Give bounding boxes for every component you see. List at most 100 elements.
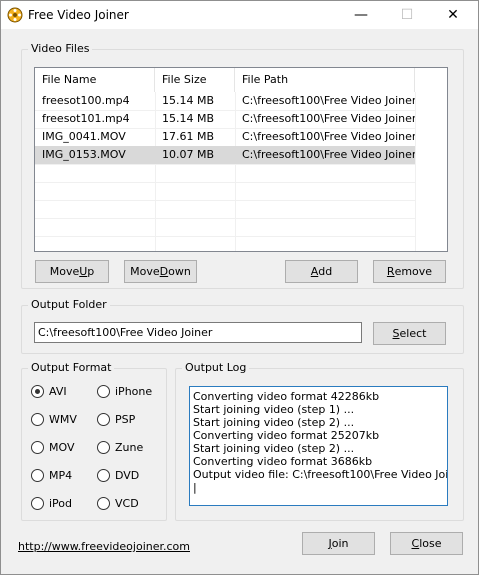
log-line: Start joining video (step 2) ... bbox=[193, 442, 355, 455]
file-size-cell: 10.07 MB bbox=[162, 148, 215, 161]
add-button[interactable]: Add bbox=[285, 260, 358, 283]
move-down-label-suffix: own bbox=[168, 265, 191, 278]
file-name-cell: IMG_0041.MOV bbox=[42, 130, 126, 143]
radio-button bbox=[31, 468, 44, 482]
file-size-cell: 17.61 MB bbox=[162, 130, 215, 143]
grid-divider bbox=[35, 182, 415, 183]
file-path-cell: C:\freesoft100\Free Video Joiner\ bbox=[242, 130, 415, 143]
format-psp-radio[interactable]: PSP bbox=[97, 411, 135, 427]
radio-button bbox=[31, 440, 44, 454]
radio-button bbox=[31, 412, 44, 426]
format-vcd-radio[interactable]: VCD bbox=[97, 495, 139, 511]
log-line: Start joining video (step 1) ... bbox=[193, 403, 355, 416]
format-option-label: MOV bbox=[49, 440, 75, 454]
table-row[interactable]: freesot100.mp4 15.14 MB C:\freesoft100\F… bbox=[35, 92, 415, 110]
move-up-label-prefix: Move bbox=[49, 265, 80, 278]
format-dvd-radio[interactable]: DVD bbox=[97, 467, 139, 483]
file-size-cell: 15.14 MB bbox=[162, 94, 215, 107]
select-label-suffix: elect bbox=[399, 327, 427, 340]
add-label-suffix: dd bbox=[318, 265, 333, 278]
website-link[interactable]: http://www.freevideojoiner.com bbox=[18, 540, 190, 553]
remove-accesskey: R bbox=[386, 265, 395, 278]
column-header-file-size[interactable]: File Size bbox=[155, 68, 235, 92]
grid-divider bbox=[415, 92, 416, 251]
format-avi-radio[interactable]: AVI bbox=[31, 383, 67, 399]
file-size-cell: 15.14 MB bbox=[162, 112, 215, 125]
table-row-selected[interactable]: IMG_0153.MOV 10.07 MB C:\freesoft100\Fre… bbox=[35, 146, 415, 164]
log-line: Converting video format 3686kb bbox=[193, 455, 373, 468]
column-header-file-path[interactable]: File Path bbox=[235, 68, 415, 92]
format-option-label: AVI bbox=[49, 384, 67, 398]
video-files-label: Video Files bbox=[28, 42, 93, 55]
log-line: Output video file: C:\freesoft100\Free V… bbox=[193, 468, 447, 481]
grid-divider bbox=[35, 218, 415, 219]
video-file-list[interactable]: File Name File Size File Path freesot100… bbox=[34, 67, 448, 252]
radio-button-checked bbox=[31, 384, 44, 398]
format-option-label: PSP bbox=[115, 412, 136, 426]
maximize-button[interactable]: ☐ bbox=[384, 1, 430, 29]
log-line: Converting video format 42286kb bbox=[193, 390, 380, 403]
radio-button bbox=[31, 496, 44, 510]
radio-button bbox=[97, 496, 110, 510]
move-down-accesskey: D bbox=[159, 265, 169, 278]
move-up-label-suffix: p bbox=[87, 265, 95, 278]
output-log-textbox[interactable]: Converting video format 42286kb Start jo… bbox=[189, 386, 448, 506]
output-folder-label: Output Folder bbox=[28, 298, 110, 311]
format-option-label: Zune bbox=[115, 440, 144, 454]
select-folder-button[interactable]: Select bbox=[373, 322, 446, 345]
file-name-cell: freesot101.mp4 bbox=[42, 112, 130, 125]
select-accesskey: S bbox=[392, 327, 400, 340]
output-log-label: Output Log bbox=[182, 361, 250, 374]
format-option-label: DVD bbox=[115, 468, 140, 482]
log-line: Converting video format 25207kb bbox=[193, 429, 380, 442]
remove-label-suffix: emove bbox=[394, 265, 433, 278]
move-up-accesskey: U bbox=[79, 265, 88, 278]
join-label-suffix: oin bbox=[331, 537, 349, 550]
window-title: Free Video Joiner bbox=[28, 8, 129, 22]
output-format-label: Output Format bbox=[28, 361, 115, 374]
file-path-cell: C:\freesoft100\Free Video Joiner\ bbox=[242, 148, 415, 161]
output-folder-field[interactable]: C:\freesoft100\Free Video Joiner bbox=[34, 322, 362, 343]
format-option-label: iPod bbox=[49, 496, 73, 510]
radio-button bbox=[97, 412, 110, 426]
close-window-button[interactable]: ✕ bbox=[430, 1, 476, 29]
table-row[interactable]: IMG_0041.MOV 17.61 MB C:\freesoft100\Fre… bbox=[35, 128, 415, 146]
grid-divider bbox=[35, 200, 415, 201]
format-option-label: VCD bbox=[115, 496, 139, 510]
radio-button bbox=[97, 468, 110, 482]
file-path-cell: C:\freesoft100\Free Video Joiner\ bbox=[242, 112, 415, 125]
film-reel-icon bbox=[7, 7, 23, 23]
app-window: Free Video Joiner — ☐ ✕ Video Files File… bbox=[0, 0, 479, 575]
radio-button bbox=[97, 384, 110, 398]
format-mp4-radio[interactable]: MP4 bbox=[31, 467, 72, 483]
format-option-label: iPhone bbox=[115, 384, 153, 398]
join-button[interactable]: Join bbox=[302, 532, 375, 555]
grid-divider bbox=[35, 236, 415, 237]
column-header-file-name[interactable]: File Name bbox=[35, 68, 155, 92]
text-cursor: | bbox=[193, 481, 197, 494]
format-option-label: MP4 bbox=[49, 468, 73, 482]
add-accesskey: A bbox=[310, 265, 319, 278]
move-down-button[interactable]: Move Down bbox=[124, 260, 197, 283]
move-down-label-prefix: Move bbox=[130, 265, 160, 278]
close-button[interactable]: Close bbox=[390, 532, 463, 555]
move-up-button[interactable]: Move Up bbox=[35, 260, 109, 283]
file-name-cell: IMG_0153.MOV bbox=[42, 148, 126, 161]
format-wmv-radio[interactable]: WMV bbox=[31, 411, 77, 427]
file-path-cell: C:\freesoft100\Free Video Joiner\ bbox=[242, 94, 415, 107]
remove-button[interactable]: Remove bbox=[373, 260, 446, 283]
format-ipod-radio[interactable]: iPod bbox=[31, 495, 72, 511]
format-mov-radio[interactable]: MOV bbox=[31, 439, 74, 455]
file-name-cell: freesot100.mp4 bbox=[42, 94, 130, 107]
close-accesskey: C bbox=[411, 537, 420, 550]
title-bar: Free Video Joiner — ☐ ✕ bbox=[1, 1, 478, 29]
list-header: File Name File Size File Path bbox=[35, 68, 447, 92]
table-row[interactable]: freesot101.mp4 15.14 MB C:\freesoft100\F… bbox=[35, 110, 415, 128]
minimize-button[interactable]: — bbox=[338, 1, 384, 29]
close-label-suffix: lose bbox=[419, 537, 442, 550]
radio-button bbox=[97, 440, 110, 454]
format-option-label: WMV bbox=[49, 412, 77, 426]
format-zune-radio[interactable]: Zune bbox=[97, 439, 143, 455]
log-line: Start joining video (step 2) ... bbox=[193, 416, 355, 429]
format-iphone-radio[interactable]: iPhone bbox=[97, 383, 152, 399]
